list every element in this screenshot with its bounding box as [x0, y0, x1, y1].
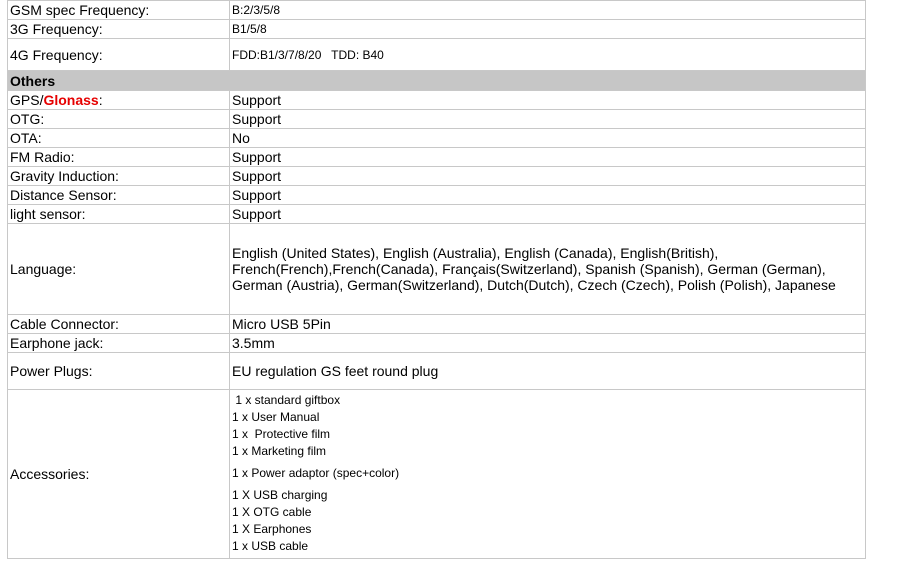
- spec-value: Support: [229, 109, 866, 129]
- spec-label: GSM spec Frequency:: [7, 0, 230, 20]
- spec-label: 4G Frequency:: [7, 38, 230, 71]
- spec-value: Support: [229, 204, 866, 224]
- table-row: Power Plugs: EU regulation GS feet round…: [7, 352, 866, 390]
- spec-label: Cable Connector:: [7, 314, 230, 334]
- spec-value: FDD:B1/3/7/8/20 TDD: B40: [229, 38, 866, 71]
- gps-label-suffix: :: [98, 92, 103, 108]
- list-item: 1 X Earphones: [232, 522, 312, 536]
- table-row: OTG: Support: [7, 109, 866, 129]
- list-item: 1 x User Manual: [232, 410, 320, 424]
- spec-value: Support: [229, 185, 866, 205]
- accessories-value: 1 x standard giftbox 1 x User Manual 1 x…: [229, 389, 866, 559]
- spec-label: Accessories:: [7, 389, 230, 559]
- spec-value: 3.5mm: [229, 333, 866, 353]
- language-value: English (United States), English (Austra…: [229, 223, 866, 315]
- spec-value: B:2/3/5/8: [229, 0, 866, 20]
- list-item: 1 x Power adaptor (spec+color): [232, 466, 400, 480]
- section-title: Others: [7, 70, 866, 91]
- table-row: Accessories: 1 x standard giftbox 1 x Us…: [7, 389, 866, 559]
- table-row: Language: English (United States), Engli…: [7, 223, 866, 315]
- table-row: Gravity Induction: Support: [7, 166, 866, 186]
- spec-value: Support: [229, 166, 866, 186]
- list-item: 1 x Protective film: [232, 427, 331, 441]
- list-item: 1 x standard giftbox: [232, 393, 341, 407]
- spec-table: GSM spec Frequency: B:2/3/5/8 3G Frequen…: [7, 0, 866, 559]
- list-item: 1 X OTG cable: [232, 505, 312, 519]
- table-row: Cable Connector: Micro USB 5Pin: [7, 314, 866, 334]
- accessories-list: 1 x standard giftbox 1 x User Manual 1 x…: [232, 391, 865, 558]
- spec-label: Language:: [7, 223, 230, 315]
- spec-label: Earphone jack:: [7, 333, 230, 353]
- table-row: Earphone jack: 3.5mm: [7, 333, 866, 353]
- glonass-highlight: Glonass: [43, 92, 99, 108]
- list-item: 1 X USB charging: [232, 488, 328, 502]
- spec-label: FM Radio:: [7, 147, 230, 167]
- spec-label: 3G Frequency:: [7, 19, 230, 39]
- spec-value: Micro USB 5Pin: [229, 314, 866, 334]
- list-item: 1 x USB cable: [232, 539, 309, 553]
- spec-value: No: [229, 128, 866, 148]
- spec-value: B1/5/8: [229, 19, 866, 39]
- table-row: FM Radio: Support: [7, 147, 866, 167]
- gps-label-prefix: GPS/: [10, 92, 44, 108]
- section-header-row: Others: [7, 70, 866, 91]
- gps-label: GPS/Glonass:: [7, 90, 230, 110]
- spec-label: OTG:: [7, 109, 230, 129]
- table-row: light sensor: Support: [7, 204, 866, 224]
- spec-value: Support: [229, 90, 866, 110]
- table-row: 4G Frequency: FDD:B1/3/7/8/20 TDD: B40: [7, 38, 866, 71]
- spec-label: Gravity Induction:: [7, 166, 230, 186]
- spec-label: OTA:: [7, 128, 230, 148]
- spec-label: light sensor:: [7, 204, 230, 224]
- table-row: OTA: No: [7, 128, 866, 148]
- spec-value: EU regulation GS feet round plug: [229, 352, 866, 390]
- list-item: 1 x Marketing film: [232, 444, 327, 458]
- table-row: Distance Sensor: Support: [7, 185, 866, 205]
- table-row: GSM spec Frequency: B:2/3/5/8: [7, 0, 866, 20]
- table-row: 3G Frequency: B1/5/8: [7, 19, 866, 39]
- spec-value: Support: [229, 147, 866, 167]
- table-row: GPS/Glonass: Support: [7, 90, 866, 110]
- spec-label: Power Plugs:: [7, 352, 230, 390]
- spec-label: Distance Sensor:: [7, 185, 230, 205]
